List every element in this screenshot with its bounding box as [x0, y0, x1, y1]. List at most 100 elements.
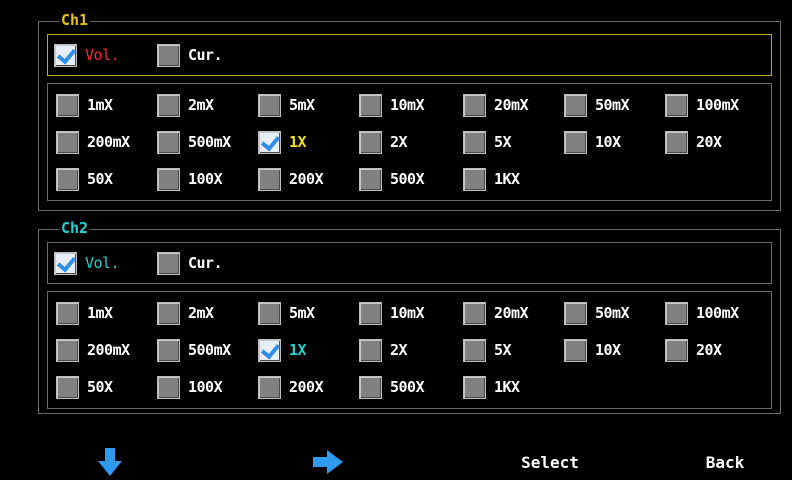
ch1-probe-50x[interactable]: 50X [56, 166, 113, 192]
select-softkey[interactable]: Select [496, 448, 604, 476]
ch2-probe-50mx[interactable]: 50mX [564, 300, 630, 326]
ch2-probe-100mx[interactable]: 100mX [665, 300, 739, 326]
checkbox-icon[interactable] [258, 375, 281, 399]
checkbox-icon[interactable] [258, 301, 281, 325]
ch1-probe-10mx[interactable]: 10mX [359, 92, 425, 118]
checkbox-icon[interactable] [463, 167, 486, 191]
ch2-probe-5mx[interactable]: 5mX [258, 300, 315, 326]
ch2-probe-10x[interactable]: 10X [564, 337, 621, 363]
probe-label: 500mX [188, 133, 231, 151]
ch1-mode-cur[interactable]: Cur. [157, 42, 223, 68]
back-softkey[interactable]: Back [680, 448, 770, 476]
checkbox-icon[interactable] [258, 167, 281, 191]
checkbox-icon[interactable] [463, 301, 486, 325]
checkbox-icon[interactable] [157, 43, 180, 67]
checkbox-icon[interactable] [157, 93, 180, 117]
ch1-probe-100mx[interactable]: 100mX [665, 92, 739, 118]
checkbox-icon[interactable] [258, 338, 281, 362]
ch1-probe-100x[interactable]: 100X [157, 166, 223, 192]
checkbox-icon[interactable] [463, 93, 486, 117]
ch1-probe-50mx[interactable]: 50mX [564, 92, 630, 118]
checkbox-icon[interactable] [359, 338, 382, 362]
checkbox-icon[interactable] [359, 375, 382, 399]
checkbox-icon[interactable] [359, 93, 382, 117]
checkbox-icon[interactable] [359, 167, 382, 191]
ch2-probe-1x[interactable]: 1X [258, 337, 307, 363]
ch1-probe-500mx[interactable]: 500mX [157, 129, 231, 155]
ch1-probe-1x[interactable]: 1X [258, 129, 307, 155]
ch1-probe-20x[interactable]: 20X [665, 129, 722, 155]
ch2-probe-10mx[interactable]: 10mX [359, 300, 425, 326]
probe-label: 1X [289, 341, 307, 359]
checkbox-icon[interactable] [258, 130, 281, 154]
ch1-mode-vol[interactable]: Vol. [54, 42, 120, 68]
checkbox-icon[interactable] [564, 338, 587, 362]
checkbox-icon[interactable] [54, 43, 77, 67]
probe-label: 200mX [87, 133, 130, 151]
ch1-probe-200x[interactable]: 200X [258, 166, 324, 192]
checkbox-icon[interactable] [359, 130, 382, 154]
ch1-probe-1kx[interactable]: 1KX [463, 166, 520, 192]
checkbox-icon[interactable] [56, 301, 79, 325]
ch1-probe-200mx[interactable]: 200mX [56, 129, 130, 155]
checkbox-icon[interactable] [157, 375, 180, 399]
checkbox-icon[interactable] [56, 375, 79, 399]
checkbox-icon[interactable] [157, 338, 180, 362]
ch1-probe-2x[interactable]: 2X [359, 129, 408, 155]
checkbox-icon[interactable] [56, 93, 79, 117]
checkbox-icon[interactable] [359, 301, 382, 325]
checkbox-icon[interactable] [564, 93, 587, 117]
ch2-probe-200x[interactable]: 200X [258, 374, 324, 400]
probe-label: 50X [87, 170, 113, 188]
ch1-probe-20mx[interactable]: 20mX [463, 92, 529, 118]
ch1-probe-2mx[interactable]: 2mX [157, 92, 214, 118]
checkbox-icon[interactable] [564, 130, 587, 154]
ch1-probe-1mx[interactable]: 1mX [56, 92, 113, 118]
ch1-probe-500x[interactable]: 500X [359, 166, 425, 192]
checkbox-icon[interactable] [463, 130, 486, 154]
probe-label: 10X [595, 341, 621, 359]
checkbox-icon[interactable] [463, 338, 486, 362]
ch2-mode-cur[interactable]: Cur. [157, 250, 223, 276]
ch2-mode-vol[interactable]: Vol. [54, 250, 120, 276]
checkbox-icon[interactable] [56, 167, 79, 191]
ch2-probe-200mx[interactable]: 200mX [56, 337, 130, 363]
ch2-probe-50x[interactable]: 50X [56, 374, 113, 400]
ch2-probe-1kx[interactable]: 1KX [463, 374, 520, 400]
checkbox-icon[interactable] [463, 375, 486, 399]
checkbox-icon[interactable] [54, 251, 77, 275]
ch1-probe-10x[interactable]: 10X [564, 129, 621, 155]
checkbox-icon[interactable] [665, 93, 688, 117]
probe-label: 2mX [188, 96, 214, 114]
ch1-probe-5x[interactable]: 5X [463, 129, 512, 155]
ch2-probe-20x[interactable]: 20X [665, 337, 722, 363]
checkbox-icon[interactable] [56, 338, 79, 362]
ch2-probe-500x[interactable]: 500X [359, 374, 425, 400]
probe-label: 20mX [494, 96, 529, 114]
ch2-probe-5x[interactable]: 5X [463, 337, 512, 363]
back-label: Back [705, 452, 745, 472]
checkbox-icon[interactable] [157, 251, 180, 275]
ch1-title: Ch1 [59, 11, 91, 29]
probe-label: 20X [696, 341, 722, 359]
checkbox-icon[interactable] [157, 130, 180, 154]
checkbox-icon[interactable] [665, 130, 688, 154]
ch1-probe-5mx[interactable]: 5mX [258, 92, 315, 118]
ch2-probe-2x[interactable]: 2X [359, 337, 408, 363]
right-softkey[interactable] [288, 448, 368, 476]
probe-label: 20mX [494, 304, 529, 322]
checkbox-icon[interactable] [56, 130, 79, 154]
checkbox-icon[interactable] [665, 301, 688, 325]
down-softkey[interactable] [70, 448, 150, 476]
checkbox-icon[interactable] [157, 301, 180, 325]
ch2-probe-20mx[interactable]: 20mX [463, 300, 529, 326]
mode-label: Cur. [188, 46, 223, 64]
checkbox-icon[interactable] [564, 301, 587, 325]
checkbox-icon[interactable] [157, 167, 180, 191]
ch2-probe-2mx[interactable]: 2mX [157, 300, 214, 326]
ch2-probe-1mx[interactable]: 1mX [56, 300, 113, 326]
checkbox-icon[interactable] [665, 338, 688, 362]
checkbox-icon[interactable] [258, 93, 281, 117]
ch2-probe-500mx[interactable]: 500mX [157, 337, 231, 363]
ch2-probe-100x[interactable]: 100X [157, 374, 223, 400]
